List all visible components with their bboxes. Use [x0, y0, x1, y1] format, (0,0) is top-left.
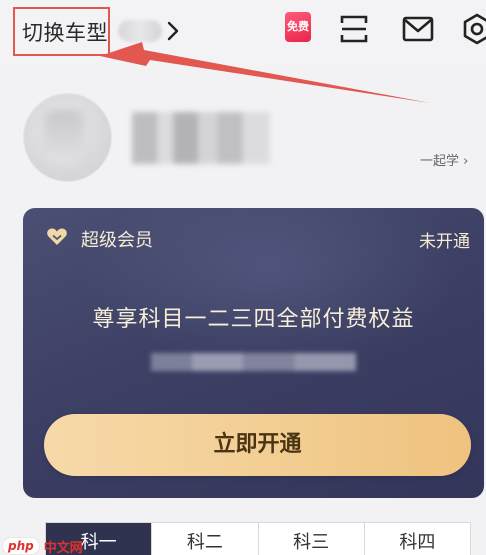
app-screen: 切换车型 免费 一起学 › 超级会员 未开通 尊享科目一二三四全部付费权益 立即… — [0, 0, 486, 555]
watermark-text: 中文网 — [43, 540, 83, 555]
settings-icon[interactable] — [462, 13, 486, 45]
tab-subject-2[interactable]: 科二 — [151, 523, 257, 555]
vip-title: 超级会员 — [81, 230, 153, 251]
watermark: php 中文网 — [2, 537, 83, 555]
avatar-image — [44, 110, 84, 162]
study-together-link[interactable]: 一起学 › — [420, 150, 468, 169]
vip-status: 未开通 — [419, 232, 470, 252]
chevron-right-icon[interactable] — [166, 20, 180, 42]
user-name — [132, 112, 270, 164]
open-vip-button-label: 立即开通 — [213, 432, 302, 457]
tab-subject-4[interactable]: 科四 — [363, 523, 470, 555]
subject-tabs: 科一 科二 科三 科四 — [45, 522, 471, 555]
switch-car-type-button[interactable]: 切换车型 — [22, 17, 108, 47]
car-type-value — [118, 20, 162, 42]
heart-icon — [47, 228, 67, 245]
tab-subject-3[interactable]: 科三 — [257, 523, 364, 555]
mail-icon[interactable] — [402, 15, 434, 43]
vip-benefit-text: 尊享科目一二三四全部付费权益 — [92, 307, 415, 332]
open-vip-button[interactable]: 立即开通 — [44, 414, 471, 476]
watermark-logo: php — [2, 537, 40, 555]
benefit-subtext — [151, 353, 356, 371]
free-badge-icon[interactable]: 免费 — [285, 12, 311, 42]
avatar[interactable] — [24, 94, 111, 181]
top-bar: 切换车型 免费 — [0, 0, 486, 66]
scan-icon[interactable] — [339, 13, 369, 45]
vip-card: 超级会员 未开通 尊享科目一二三四全部付费权益 立即开通 — [23, 208, 484, 498]
